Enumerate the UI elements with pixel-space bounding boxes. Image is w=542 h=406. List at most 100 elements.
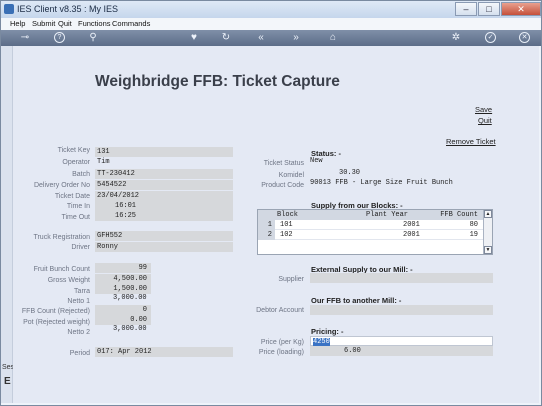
- ticket-status-label: Ticket Status: [263, 160, 304, 167]
- price-loading-field[interactable]: 6.00: [310, 346, 493, 356]
- supply-grid: Block Plant Year FFB Count 1 101 2001 80…: [257, 209, 493, 255]
- netto1-label: Netto 1: [67, 298, 90, 305]
- price-per-kg-field[interactable]: 4250: [310, 336, 493, 346]
- table-row[interactable]: 1 101 2001 80: [258, 220, 484, 230]
- refresh-icon[interactable]: ↻: [219, 31, 233, 45]
- cell-ffb-count: 80: [469, 221, 478, 229]
- komidel-value: 30.30: [339, 169, 361, 177]
- menu-functions[interactable]: Functions: [78, 19, 111, 28]
- netto1-value: 3,000.00: [113, 294, 147, 302]
- ticket-key-label: Ticket Key: [57, 147, 90, 154]
- product-code-label: Product Code: [261, 182, 304, 189]
- forward-icon[interactable]: »: [289, 31, 303, 45]
- settings-icon[interactable]: ✲: [449, 31, 463, 45]
- period-field[interactable]: 017: Apr 2012: [95, 347, 233, 357]
- window-title: IES Client v8.35 : My IES: [17, 4, 119, 14]
- debtor-account-field[interactable]: [310, 305, 493, 315]
- row-number: 1: [258, 220, 275, 230]
- pot-rejected-field[interactable]: 0.00: [95, 315, 151, 325]
- scroll-up-icon[interactable]: ▲: [484, 210, 492, 218]
- ticket-date-label: Ticket Date: [54, 193, 90, 200]
- key-icon[interactable]: ⊸: [15, 31, 35, 45]
- help-icon[interactable]: ?: [54, 32, 65, 43]
- ticket-status-value: New: [310, 157, 323, 165]
- grid-header: Block Plant Year FFB Count: [258, 210, 484, 220]
- search-icon[interactable]: ⚲: [86, 31, 100, 45]
- gross-weight-label: Gross Weight: [47, 277, 90, 284]
- remove-ticket-link[interactable]: Remove Ticket: [446, 137, 496, 146]
- driver-field[interactable]: Ronny: [95, 242, 233, 252]
- time-out-label: Time Out: [61, 214, 90, 221]
- fruit-bunch-count-field[interactable]: 99: [95, 263, 151, 273]
- time-in-field[interactable]: 16:01: [95, 201, 233, 211]
- period-label: Period: [69, 350, 90, 357]
- cell-ffb-count: 19: [469, 231, 478, 239]
- product-code-value: 90013 FFB - Large Size Fruit Bunch: [310, 179, 453, 187]
- minimize-icon[interactable]: –: [455, 2, 477, 16]
- app-icon: [4, 4, 14, 14]
- tarra-label: Tarra: [74, 288, 90, 295]
- page-title: Weighbridge FFB: Ticket Capture: [95, 73, 340, 90]
- gross-weight-field[interactable]: 4,500.00: [95, 274, 151, 284]
- fruit-bunch-count-label: Fruit Bunch Count: [33, 266, 90, 273]
- window-controls: – □ ✕: [455, 2, 541, 16]
- grid-scrollbar[interactable]: ▲ ▼: [483, 210, 492, 254]
- ticket-date-field[interactable]: 23/04/2012: [95, 191, 233, 201]
- supplier-field[interactable]: [310, 273, 493, 283]
- netto2-value: 3,000.00: [113, 325, 147, 333]
- pot-rejected-label: Pot (Rejected weight): [23, 319, 90, 326]
- cell-plant-year: 2001: [403, 231, 420, 239]
- exit-icon[interactable]: ✕: [519, 32, 530, 43]
- batch-field[interactable]: TT-230412: [95, 169, 233, 179]
- ffb-rejected-label: FFB Count (Rejected): [21, 308, 90, 315]
- side-letter: E: [4, 376, 11, 387]
- save-link[interactable]: Save: [475, 105, 492, 114]
- quit-link[interactable]: Quit: [478, 116, 492, 125]
- close-icon[interactable]: ✕: [501, 2, 541, 16]
- driver-label: Driver: [71, 244, 90, 251]
- truck-registration-label: Truck Registration: [33, 234, 90, 241]
- row-number: 2: [258, 230, 275, 240]
- operator-label: Operator: [62, 159, 90, 166]
- menu-commands[interactable]: Commands: [112, 19, 150, 28]
- scroll-down-icon[interactable]: ▼: [484, 246, 492, 254]
- col-block: Block: [277, 211, 299, 219]
- cell-block: 102: [280, 231, 293, 239]
- home-icon[interactable]: ⌂: [326, 31, 340, 45]
- menu-help[interactable]: Help: [10, 19, 25, 28]
- ticket-key-field[interactable]: 131: [95, 147, 233, 157]
- truck-registration-field[interactable]: GFH552: [95, 231, 233, 241]
- debtor-account-label: Debtor Account: [256, 307, 304, 314]
- ok-icon[interactable]: ✓: [485, 32, 496, 43]
- pricing-heading: Pricing: -: [311, 327, 344, 336]
- supplier-label: Supplier: [278, 276, 304, 283]
- ffb-rejected-field[interactable]: 0: [95, 305, 151, 315]
- maximize-icon[interactable]: □: [478, 2, 500, 16]
- back-icon[interactable]: «: [254, 31, 268, 45]
- menu-quit[interactable]: Quit: [58, 19, 72, 28]
- price-per-kg-value: 4250: [313, 338, 330, 346]
- time-out-field[interactable]: 16:25: [95, 211, 233, 221]
- price-per-kg-label: Price (per Kg): [260, 339, 304, 346]
- app-window: IES Client v8.35 : My IES – □ ✕ Help Sub…: [0, 0, 542, 406]
- side-panel: Ses E: [1, 46, 14, 403]
- cell-block: 101: [280, 221, 293, 229]
- favorite-icon[interactable]: ♥: [187, 31, 201, 45]
- other-mill-heading: Our FFB to another Mill: -: [311, 296, 402, 305]
- tarra-field[interactable]: 1,500.00: [95, 284, 151, 294]
- operator-value: Tim: [97, 158, 110, 166]
- delivery-order-label: Delivery Order No: [33, 182, 90, 189]
- table-row[interactable]: 2 102 2001 19: [258, 230, 484, 240]
- col-ffb-count: FFB Count: [440, 211, 478, 219]
- komidel-label: Komidel: [278, 172, 304, 179]
- delivery-order-field[interactable]: 5454522: [95, 180, 233, 190]
- cell-plant-year: 2001: [403, 221, 420, 229]
- menu-bar: Help Submit Quit Functions Commands: [1, 18, 541, 30]
- menu-submit[interactable]: Submit: [32, 19, 55, 28]
- col-plant-year: Plant Year: [366, 211, 409, 219]
- time-in-label: Time In: [66, 203, 90, 210]
- netto2-label: Netto 2: [67, 329, 90, 336]
- price-loading-label: Price (loading): [258, 349, 304, 356]
- toolbar: ⊸ ? ⚲ ♥ ↻ « » ⌂ ✲ ✓ ✕: [1, 30, 541, 46]
- batch-label: Batch: [72, 171, 90, 178]
